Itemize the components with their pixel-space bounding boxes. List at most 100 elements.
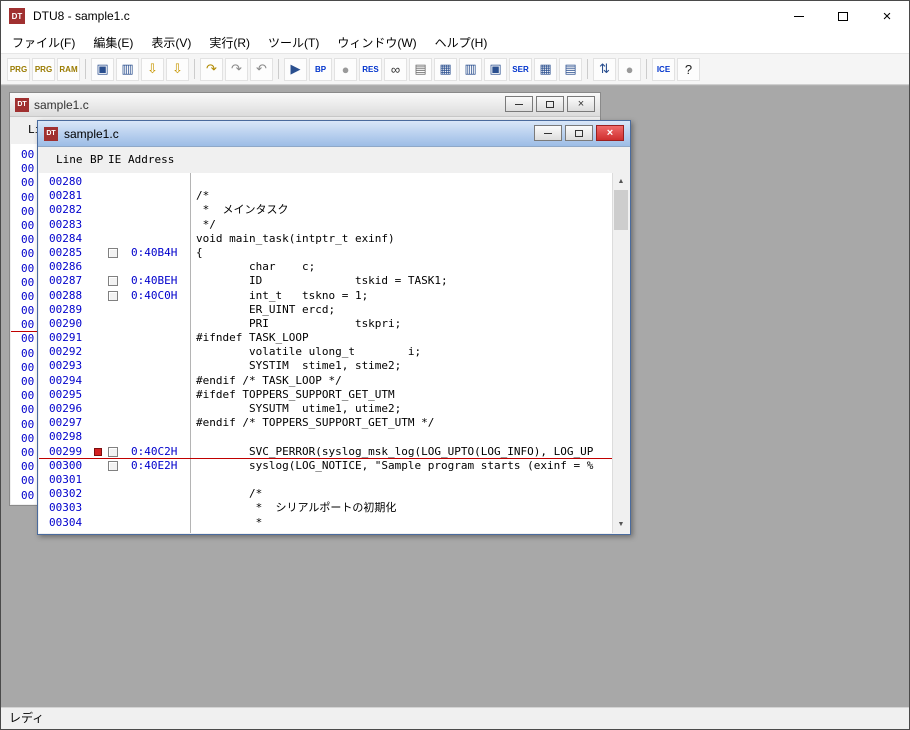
code-row[interactable]: 00289 ER_UINT ercd;: [39, 303, 612, 317]
source-window-maximize-button[interactable]: [565, 125, 593, 141]
line-number: 00299: [49, 444, 83, 458]
minimize-icon: [794, 15, 804, 17]
maximize-icon: [546, 100, 554, 108]
back-window-close-button[interactable]: ×: [567, 96, 595, 112]
vertical-scrollbar[interactable]: ▲ ▼: [612, 173, 629, 533]
scroll-up-button[interactable]: ▲: [613, 173, 629, 190]
step-over-button[interactable]: ↷: [225, 57, 248, 81]
line-number: 00293: [49, 359, 83, 373]
code-row[interactable]: 00290 PRI tskpri;: [39, 317, 612, 331]
download-button[interactable]: ⇩: [141, 57, 164, 81]
menu-edit[interactable]: 編集(E): [84, 31, 142, 54]
code-row[interactable]: 00303 * シリアルポートの初期化: [39, 501, 612, 515]
stop-secondary-button[interactable]: ●: [618, 57, 641, 81]
code-row[interactable]: 00283 */: [39, 218, 612, 232]
source-window-button[interactable]: ▣: [91, 57, 114, 81]
print-button[interactable]: ▤: [409, 57, 432, 81]
address: 0:40BEH: [131, 274, 178, 288]
back-window-title: sample1.c: [34, 97, 89, 112]
io-window-button[interactable]: ▣: [484, 57, 507, 81]
code-text: PRI tskpri;: [196, 316, 402, 330]
code-row[interactable]: 00280: [39, 175, 612, 189]
menu-view[interactable]: 表示(V): [142, 31, 200, 54]
code-row[interactable]: 00285 0:40B4H {: [39, 246, 612, 260]
breakpoint-marker[interactable]: [94, 447, 102, 456]
code-row[interactable]: 00281 /*: [39, 189, 612, 203]
line-number: 00284: [49, 231, 83, 245]
source-content: 00280 00281/* 00282 * メインタスク 00283 */00284 v…: [39, 173, 629, 533]
code-row[interactable]: 00282 * メインタスク: [39, 203, 612, 217]
back-window-title-bar[interactable]: DT sample1.c ×: [10, 93, 600, 117]
step-out-button[interactable]: ↶: [250, 57, 273, 81]
menu-file[interactable]: ファイル(F): [3, 31, 84, 54]
sync-button[interactable]: ⇅: [593, 57, 616, 81]
menu-run[interactable]: 実行(R): [200, 31, 259, 54]
trace-window-button[interactable]: ▦: [534, 57, 557, 81]
watch-button[interactable]: ∞: [384, 57, 407, 81]
column-header-line: Line: [56, 153, 83, 166]
scroll-down-button[interactable]: ▼: [613, 516, 629, 533]
source-column-header: Line BP IE Address: [38, 147, 630, 172]
code-text: volatile ulong_t i;: [196, 345, 422, 359]
source-window[interactable]: DT sample1.c × Line BP IE Address 00280 0…: [37, 120, 631, 535]
code-row[interactable]: 00287 0:40BEH ID tskid = TASK1;: [39, 274, 612, 288]
code-row[interactable]: 00304 *: [39, 516, 612, 530]
code-row[interactable]: 00302 /*: [39, 487, 612, 501]
ie-checkbox[interactable]: [108, 247, 118, 258]
code-row[interactable]: 00300 0:40E2H syslog(LOG_NOTICE, "Sample …: [39, 459, 612, 473]
close-button[interactable]: ×: [865, 1, 909, 31]
source-window-minimize-button[interactable]: [534, 125, 562, 141]
minimize-button[interactable]: [777, 1, 821, 31]
code-row[interactable]: 00296 SYSUTM utime1, utime2;: [39, 402, 612, 416]
code-row[interactable]: 00297 #endif /* TOPPERS_SUPPORT_GET_UTM *…: [39, 416, 612, 430]
stop-button[interactable]: ●: [334, 57, 357, 81]
breakpoint-button[interactable]: BP: [309, 57, 332, 81]
code-text: #ifdef TOPPERS_SUPPORT_GET_UTM: [196, 387, 395, 401]
code-row[interactable]: 00301: [39, 473, 612, 487]
code-row[interactable]: 00299 0:40C2H SVC_PERROR(syslog_msk_log(L…: [39, 445, 612, 459]
code-row[interactable]: 00293 SYSTIM stime1, stime2;: [39, 359, 612, 373]
ie-checkbox[interactable]: [108, 290, 118, 301]
back-window-maximize-button[interactable]: [536, 96, 564, 112]
code-row[interactable]: 00286 char c;: [39, 260, 612, 274]
ie-checkbox[interactable]: [108, 446, 118, 457]
ram-monitor-button[interactable]: RAM: [57, 57, 80, 81]
serial-window-button[interactable]: SER: [509, 57, 532, 81]
register-window-button[interactable]: ▥: [459, 57, 482, 81]
ie-checkbox[interactable]: [108, 460, 118, 471]
code-text: SVC_PERROR(syslog_msk_log(LOG_UPTO(LOG_I…: [196, 444, 594, 458]
toolbar-separator: [278, 59, 279, 79]
source-window-title-bar[interactable]: DT sample1.c ×: [38, 121, 630, 147]
code-row[interactable]: 00291 #ifndef TASK_LOOP: [39, 331, 612, 345]
ie-checkbox[interactable]: [108, 276, 118, 287]
reset-button[interactable]: RES: [359, 57, 382, 81]
scrollbar-thumb[interactable]: [614, 190, 628, 230]
menu-help[interactable]: ヘルプ(H): [426, 31, 497, 54]
menu-window[interactable]: ウィンドウ(W): [328, 31, 425, 54]
memory-window-button[interactable]: ▦: [434, 57, 457, 81]
prg-read-button[interactable]: PRG: [7, 57, 30, 81]
step-into-button[interactable]: ↷: [200, 57, 223, 81]
go-button[interactable]: ▶: [284, 57, 307, 81]
code-row[interactable]: 00292 volatile ulong_t i;: [39, 345, 612, 359]
code-row[interactable]: 00288 0:40C0H int_t tskno = 1;: [39, 289, 612, 303]
maximize-button[interactable]: [821, 1, 865, 31]
window-title: DTU8 - sample1.c: [33, 9, 130, 23]
help-button[interactable]: ?: [677, 57, 700, 81]
code-row[interactable]: 00284 void main_task(intptr_t exinf): [39, 232, 612, 246]
code-row[interactable]: 00295 #ifdef TOPPERS_SUPPORT_GET_UTM: [39, 388, 612, 402]
code-text: #endif /* TOPPERS_SUPPORT_GET_UTM */: [196, 416, 435, 430]
line-number: 00283: [49, 217, 83, 231]
back-window-minimize-button[interactable]: [505, 96, 533, 112]
prg-write-button[interactable]: PRG: [32, 57, 55, 81]
code-row[interactable]: 00294 #endif /* TASK_LOOP */: [39, 374, 612, 388]
line-number: 00292: [49, 345, 83, 359]
upload-button[interactable]: ⇩: [166, 57, 189, 81]
dump-window-button[interactable]: ▥: [116, 57, 139, 81]
source-window-close-button[interactable]: ×: [596, 125, 624, 141]
ice-button[interactable]: ICE: [652, 57, 675, 81]
status-text: レディ: [9, 711, 45, 725]
list-window-button[interactable]: ▤: [559, 57, 582, 81]
menu-tools[interactable]: ツール(T): [259, 31, 328, 54]
code-row[interactable]: 00298: [39, 430, 612, 444]
